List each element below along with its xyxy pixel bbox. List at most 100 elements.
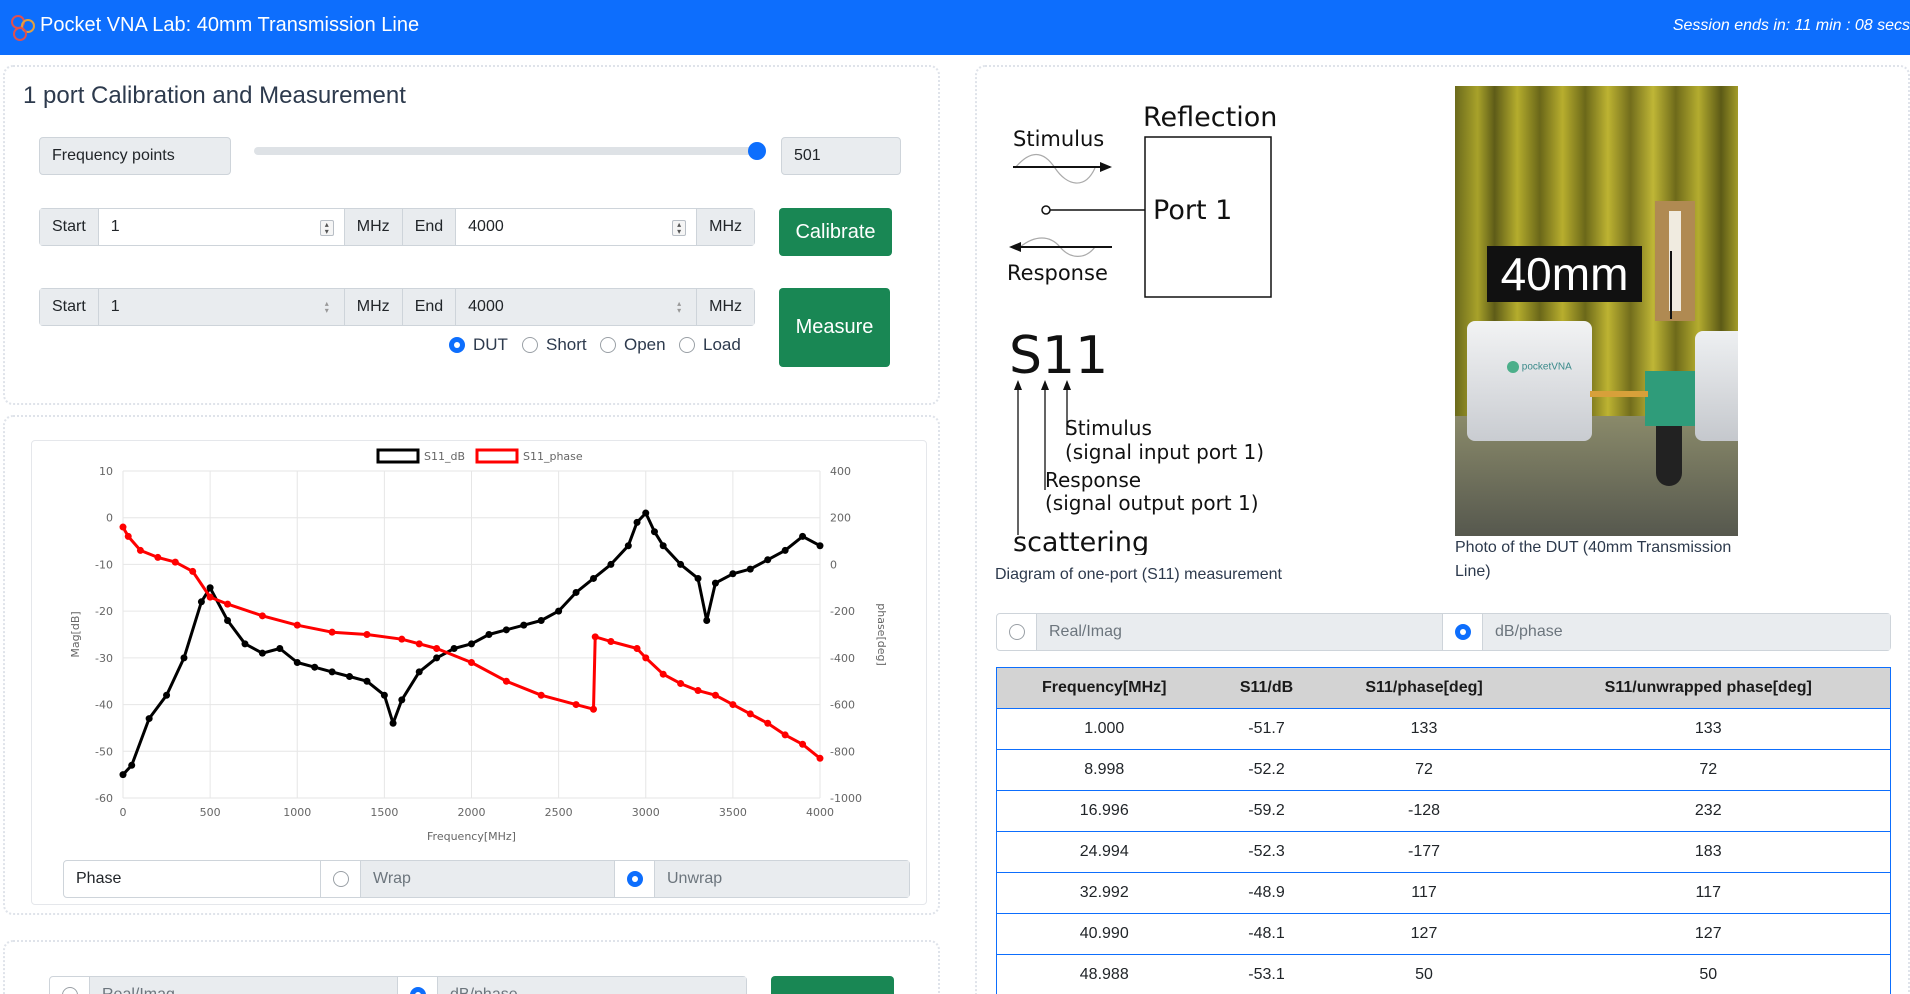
ann-scattering: scattering <box>1013 527 1149 555</box>
series-point-S11_dB <box>276 645 284 653</box>
series-point-S11_phase <box>468 659 475 667</box>
meas-start-unit: MHz <box>343 289 403 325</box>
series-point-S11_dB <box>694 574 702 582</box>
measurement-range-group: Start 1 ▴ ▾ MHz End 4000 ▴ ▾ MHz <box>39 288 755 326</box>
series-point-S11_dB <box>415 668 423 676</box>
series-point-S11_phase <box>781 731 789 739</box>
cell-db: -48.9 <box>1211 872 1322 914</box>
y2-tick-label: -400 <box>830 652 855 665</box>
series-point-S11_phase <box>572 701 580 709</box>
cell-db: -52.3 <box>1211 831 1322 873</box>
calibrate-button[interactable]: Calibrate <box>779 208 892 256</box>
series-point-S11_phase <box>502 677 510 685</box>
wrap-radio-circle[interactable] <box>332 871 349 887</box>
diagram-caption: Diagram of one-port (S11) measurement <box>995 566 1282 583</box>
series-point-S11_phase <box>677 680 685 688</box>
series-point-S11_phase <box>589 705 597 713</box>
spinner-icon[interactable]: ▴ ▾ <box>672 220 687 236</box>
series-point-S11_dB <box>624 542 632 550</box>
series-point-S11_dB <box>328 668 336 676</box>
meas-end-input[interactable]: 4000 ▴ ▾ <box>456 289 697 325</box>
cell-frequency: 16.996 <box>996 790 1212 832</box>
unwrap-radio-circle[interactable] <box>626 871 643 887</box>
diagram-response-label: Response <box>1007 261 1108 285</box>
photo-device-brand-text: pocketVNA <box>1521 361 1572 373</box>
cell-unwrapped: 133 <box>1526 708 1891 750</box>
x-tick-label: 2000 <box>458 806 486 819</box>
series-point-S11_phase <box>328 628 336 636</box>
cell-unwrapped: 127 <box>1526 913 1891 955</box>
spinner-icon[interactable]: ▴ ▾ <box>319 220 334 236</box>
radio-dut[interactable]: DUT <box>449 335 508 355</box>
photo-brand-icon <box>1507 361 1519 373</box>
radio-short[interactable]: Short <box>522 335 587 355</box>
y-tick-label: -30 <box>95 652 113 665</box>
y-tick-label: 0 <box>106 512 113 525</box>
series-point-S11_phase <box>633 645 641 653</box>
radio-open[interactable]: Open <box>600 335 666 355</box>
cell-phase: 72 <box>1321 749 1527 791</box>
radio-load[interactable]: Load <box>679 335 741 355</box>
x-tick-label: 2500 <box>545 806 573 819</box>
cell-frequency: 40.990 <box>996 913 1212 955</box>
photo-device-left: pocketVNA <box>1467 321 1592 441</box>
cal-start-input[interactable]: 1 ▴ ▾ <box>99 209 344 245</box>
cal-end-input[interactable]: 4000 ▴ ▾ <box>456 209 696 245</box>
series-point-S11_dB <box>537 616 545 624</box>
photo-cable <box>1590 391 1648 397</box>
radio-short-circle[interactable] <box>522 337 538 353</box>
phase-label: Phase <box>64 861 321 897</box>
x-tick-label: 3000 <box>632 806 660 819</box>
series-point-S11_phase <box>607 638 615 646</box>
slider-thumb[interactable] <box>748 142 766 160</box>
series-point-S11_phase <box>398 635 406 643</box>
table-realimag-circle[interactable] <box>1008 624 1025 640</box>
cell-unwrapped: 72 <box>1526 749 1891 791</box>
cell-phase: -128 <box>1321 790 1527 832</box>
table-realimag-radio[interactable] <box>997 614 1037 650</box>
cell-phase: -177 <box>1321 831 1527 873</box>
series-point-S11_dB <box>128 761 136 769</box>
table-dbphase-circle[interactable] <box>1454 624 1471 640</box>
series-point-S11_dB <box>816 542 824 550</box>
bottom-dbphase-circle[interactable] <box>409 987 426 994</box>
bottom-realimag-circle[interactable] <box>61 987 78 994</box>
series-point-S11_dB <box>163 691 171 699</box>
series-point-S11_dB <box>206 584 214 592</box>
bottom-realimag-radio[interactable] <box>50 977 90 994</box>
radio-dut-circle[interactable] <box>449 337 465 353</box>
series-point-S11_dB <box>450 645 458 653</box>
session-timer: Session ends in: 11 min : 08 secs <box>1672 17 1910 34</box>
series-point-S11_dB <box>485 631 493 638</box>
meas-start-input[interactable]: 1 ▴ ▾ <box>98 289 344 325</box>
series-point-S11_phase <box>136 546 144 554</box>
table-dbphase-radio[interactable] <box>1443 614 1483 650</box>
series-point-S11_phase <box>293 621 301 629</box>
radio-open-circle[interactable] <box>600 337 616 353</box>
bottom-action-button[interactable] <box>771 976 894 994</box>
x-axis-label: Frequency[MHz] <box>427 830 516 843</box>
series-point-S11_phase <box>206 593 214 601</box>
series-point-S11_dB <box>555 607 563 615</box>
y-tick-label: -40 <box>95 699 113 712</box>
diagram-reflection-label: Reflection <box>1143 102 1277 133</box>
wrap-radio[interactable] <box>321 861 361 897</box>
table-realimag-label: Real/Imag <box>1037 614 1443 650</box>
y-tick-label: -10 <box>95 558 113 571</box>
series-point-S11_dB <box>729 570 737 578</box>
top-bar: Pocket VNA Lab: 40mm Transmission Line S… <box>0 0 1910 55</box>
measure-button[interactable]: Measure <box>779 288 890 367</box>
cell-frequency: 24.994 <box>996 831 1212 873</box>
meas-start-label: Start <box>40 289 99 325</box>
bottom-dbphase-radio[interactable] <box>398 977 438 994</box>
ann-response-sub: (signal output port 1) <box>1045 491 1259 515</box>
calibration-range-group: Start 1 ▴ ▾ MHz End 4000 ▴ ▾ MHz <box>39 208 755 246</box>
unwrap-radio[interactable] <box>615 861 655 897</box>
series-point-S11_phase <box>694 687 702 695</box>
series-point-S11_phase <box>799 740 807 748</box>
series-point-S11_dB <box>145 715 153 723</box>
radio-load-circle[interactable] <box>679 337 695 353</box>
series-point-S11_dB <box>380 691 388 699</box>
frequency-points-slider[interactable] <box>254 140 766 162</box>
series-point-S11_dB <box>389 719 397 727</box>
